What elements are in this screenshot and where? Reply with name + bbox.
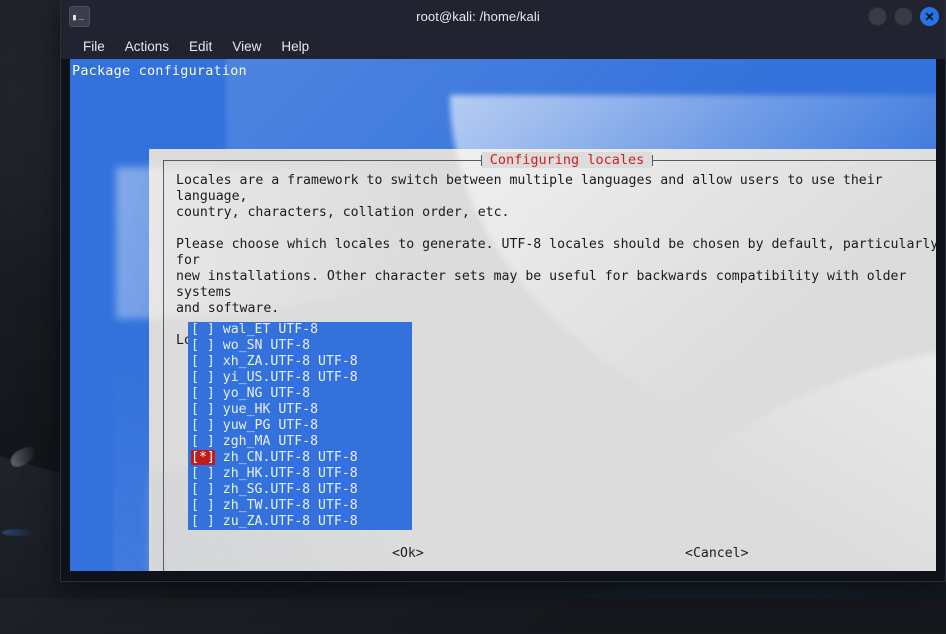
locale-list-item[interactable]: [ ] zh_TW.UTF-8 UTF-8 bbox=[188, 498, 412, 514]
ok-button[interactable]: <Ok> bbox=[392, 546, 424, 562]
locale-label: zh_CN.UTF-8 UTF-8 bbox=[215, 450, 358, 465]
terminal-content: Package configuration Configuring locale… bbox=[61, 59, 945, 581]
dialog-paragraph-instructions: Please choose which locales to generate.… bbox=[176, 237, 936, 317]
locale-list-item[interactable]: [ ] wo_SN UTF-8 bbox=[188, 338, 412, 354]
menu-item-help[interactable]: Help bbox=[271, 37, 319, 56]
minimize-button[interactable] bbox=[868, 7, 887, 26]
maximize-button[interactable] bbox=[894, 7, 913, 26]
locale-list-item[interactable]: [ ] yo_NG UTF-8 bbox=[188, 386, 412, 402]
locale-list-item[interactable]: [*] zh_CN.UTF-8 UTF-8 bbox=[188, 450, 412, 466]
locale-checkbox[interactable]: [ ] bbox=[191, 466, 215, 481]
locale-list-item[interactable]: [ ] wal_ET UTF-8 bbox=[188, 322, 412, 338]
spacer-1 bbox=[176, 221, 936, 237]
locale-list-item[interactable]: [ ] yuw_PG UTF-8 bbox=[188, 418, 412, 434]
locale-list-item[interactable]: [ ] yi_US.UTF-8 UTF-8 bbox=[188, 370, 412, 386]
locale-list[interactable]: [ ] wal_ET UTF-8[ ] wo_SN UTF-8[ ] xh_ZA… bbox=[188, 322, 412, 530]
locale-list-item[interactable]: [ ] zh_SG.UTF-8 UTF-8 bbox=[188, 482, 412, 498]
locale-checkbox[interactable]: [ ] bbox=[191, 338, 215, 353]
locale-label: wal_ET UTF-8 bbox=[215, 322, 318, 337]
locale-checkbox[interactable]: [ ] bbox=[191, 370, 215, 385]
terminal-window: ▖_ root@kali: /home/kali File Actions Ed… bbox=[60, 0, 946, 582]
dialog-backdrop: Package configuration Configuring locale… bbox=[70, 59, 936, 571]
dialog-body: Locales are a framework to switch betwee… bbox=[164, 161, 936, 571]
locale-list-item[interactable]: [ ] zh_HK.UTF-8 UTF-8 bbox=[188, 466, 412, 482]
locale-label: zu_ZA.UTF-8 UTF-8 bbox=[215, 514, 358, 529]
locale-checkbox[interactable]: [ ] bbox=[191, 386, 215, 401]
menu-item-file[interactable]: File bbox=[73, 37, 115, 56]
locale-checkbox[interactable]: [ ] bbox=[191, 354, 215, 369]
package-configuration-header: Package configuration bbox=[72, 63, 247, 79]
locale-checkbox[interactable]: [ ] bbox=[191, 482, 215, 497]
locale-label: zgh_MA UTF-8 bbox=[215, 434, 318, 449]
menu-item-actions[interactable]: Actions bbox=[115, 37, 179, 56]
locale-list-item[interactable]: [ ] zu_ZA.UTF-8 UTF-8 bbox=[188, 514, 412, 530]
locale-label: zh_SG.UTF-8 UTF-8 bbox=[215, 482, 358, 497]
configuring-locales-dialog: Configuring locales Locales are a framew… bbox=[149, 149, 936, 571]
locale-label: yi_US.UTF-8 UTF-8 bbox=[215, 370, 358, 385]
window-controls bbox=[868, 7, 939, 26]
locale-list-item[interactable]: [ ] zgh_MA UTF-8 bbox=[188, 434, 412, 450]
locale-label: wo_SN UTF-8 bbox=[215, 338, 310, 353]
locale-checkbox[interactable]: [ ] bbox=[191, 514, 215, 529]
locale-label: yuw_PG UTF-8 bbox=[215, 418, 318, 433]
terminal-icon: ▖_ bbox=[69, 6, 90, 27]
locale-label: zh_HK.UTF-8 UTF-8 bbox=[215, 466, 358, 481]
locale-label: yue_HK UTF-8 bbox=[215, 402, 318, 417]
close-icon bbox=[924, 11, 935, 22]
menu-item-edit[interactable]: Edit bbox=[179, 37, 222, 56]
window-title: root@kali: /home/kali bbox=[61, 9, 945, 24]
menu-item-view[interactable]: View bbox=[222, 37, 271, 56]
dialog-buttons: <Ok> <Cancel> bbox=[164, 546, 936, 566]
locale-checkbox[interactable]: [ ] bbox=[191, 498, 215, 513]
desktop-wallpaper-wisp bbox=[9, 445, 39, 468]
dialog-frame: Configuring locales Locales are a framew… bbox=[163, 160, 936, 571]
locale-checkbox[interactable]: [ ] bbox=[191, 402, 215, 417]
locale-list-item[interactable]: [ ] yue_HK UTF-8 bbox=[188, 402, 412, 418]
dialog-paragraph-intro: Locales are a framework to switch betwee… bbox=[176, 173, 936, 221]
locale-label: xh_ZA.UTF-8 UTF-8 bbox=[215, 354, 358, 369]
locale-checkbox[interactable]: [ ] bbox=[191, 322, 215, 337]
locale-label: zh_TW.UTF-8 UTF-8 bbox=[215, 498, 358, 513]
cancel-button[interactable]: <Cancel> bbox=[685, 546, 749, 562]
locale-checkbox[interactable]: [ ] bbox=[191, 418, 215, 433]
terminal-icon-glyph: ▖_ bbox=[73, 12, 84, 21]
window-titlebar[interactable]: ▖_ root@kali: /home/kali bbox=[61, 0, 945, 33]
close-button[interactable] bbox=[920, 7, 939, 26]
locale-checkbox[interactable]: [*] bbox=[191, 450, 215, 465]
locale-list-item[interactable]: [ ] xh_ZA.UTF-8 UTF-8 bbox=[188, 354, 412, 370]
locale-label: yo_NG UTF-8 bbox=[215, 386, 310, 401]
locale-checkbox[interactable]: [ ] bbox=[191, 434, 215, 449]
menubar: File Actions Edit View Help bbox=[61, 33, 945, 59]
